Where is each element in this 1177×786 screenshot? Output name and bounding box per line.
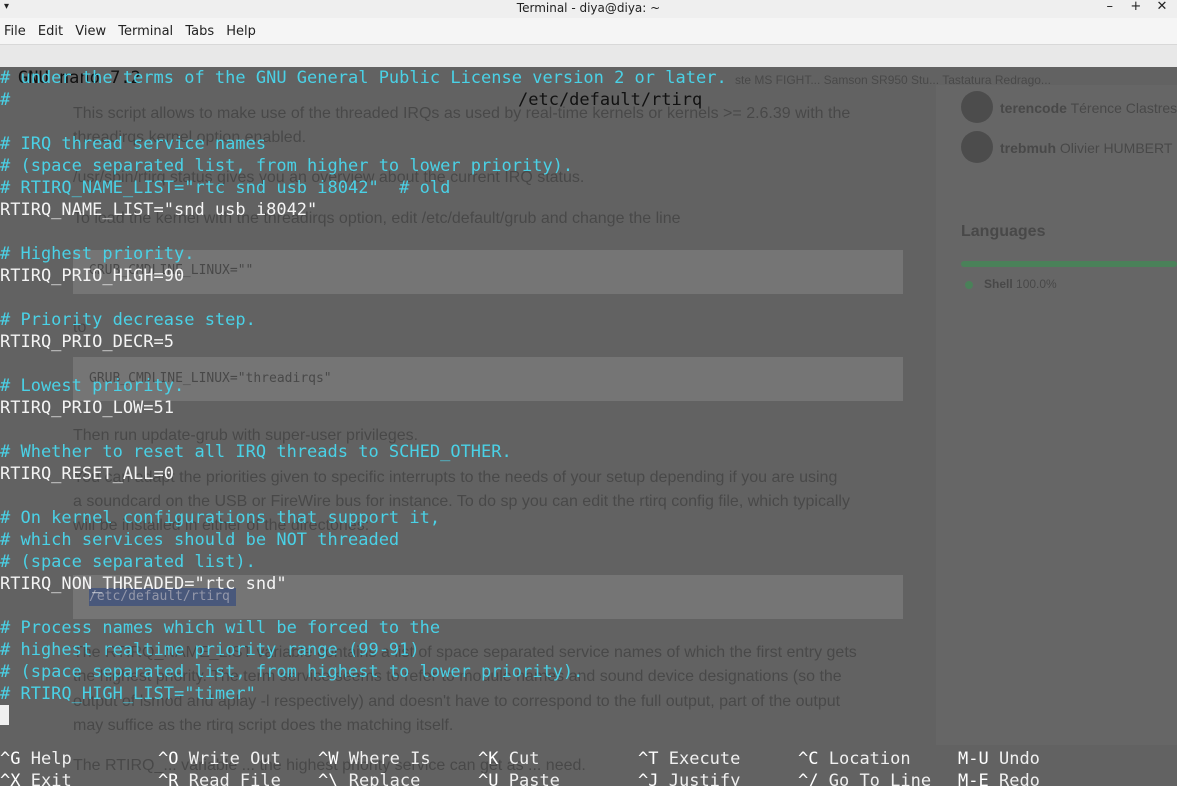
editor-buffer[interactable]: # under the terms of the GNU General Pub… [0,67,1177,705]
comment-line[interactable]: # Lowest priority. [0,375,1177,397]
config-line[interactable] [0,353,1177,375]
comment-line[interactable]: # On kernel configurations that support … [0,507,1177,529]
nano-header: GNU nano 7.2 /etc/default/rtirq [0,45,1177,110]
menu-file[interactable]: File [4,24,26,39]
terminal-area[interactable]: ste MS FIGHT... Samson SR950 Stu... Tast… [0,45,1177,786]
config-line[interactable] [0,111,1177,133]
config-line[interactable] [0,485,1177,507]
shortcut-key: ^C [798,749,819,769]
shortcut-key: M-U [958,749,989,769]
config-line[interactable]: RTIRQ_NON_THREADED="rtc snd" [0,573,1177,595]
shortcut-label: Read File [188,771,281,786]
shortcut-key: ^J [638,771,659,786]
shortcut-label: Help [30,749,72,769]
shortcut-label: Where Is [348,749,431,769]
shortcut-item: ^O Write Out [158,748,281,770]
shortcut-item: ^W Where Is [318,748,431,770]
comment-line[interactable]: # highest realtime priority range (99-91… [0,639,1177,661]
shortcut-key: ^U [478,771,499,786]
text-cursor [0,705,9,725]
shortcut-item: ^J Justify [638,770,740,786]
shortcut-label: Cut [508,749,540,769]
shortcut-item: ^C Location [798,748,911,770]
shortcut-label: Go To Line [828,771,932,786]
menu-view[interactable]: View [75,24,106,39]
comment-line[interactable]: # Process names which will be forced to … [0,617,1177,639]
config-line[interactable] [0,595,1177,617]
shortcut-key: ^X [0,771,21,786]
shortcut-key: ^T [638,749,659,769]
comment-line[interactable]: # Priority decrease step. [0,309,1177,331]
shortcut-key: ^R [158,771,179,786]
comment-line[interactable]: # under the terms of the GNU General Pub… [0,67,1177,89]
shortcut-item: ^T Execute [638,748,740,770]
shortcut-item: ^R Read File [158,770,281,786]
shortcut-key: M-E [958,771,989,786]
shortcut-item: ^K Cut [478,748,539,770]
comment-line[interactable]: # IRQ thread service names [0,133,1177,155]
menu-terminal[interactable]: Terminal [118,24,173,39]
config-line[interactable] [0,287,1177,309]
config-line[interactable]: RTIRQ_NAME_LIST="snd usb i8042" [0,199,1177,221]
minimize-icon[interactable]: – [1099,0,1121,14]
comment-line[interactable]: # RTIRQ_NAME_LIST="rtc snd usb i8042" # … [0,177,1177,199]
shortcut-label: Replace [348,771,421,786]
shortcut-item: ^/ Go To Line [798,770,931,786]
shortcut-item: M-U Undo [958,748,1040,770]
window-controls: – + ✕ [1099,0,1173,14]
shortcut-label: Justify [668,771,741,786]
config-line[interactable]: RTIRQ_PRIO_HIGH=90 [0,265,1177,287]
shortcut-key: ^\ [318,771,339,786]
window-title: Terminal - diya@diya: ~ [516,1,661,15]
terminal-menubar: File Edit View Terminal Tabs Help [0,18,1177,45]
shortcut-item: ^G Help [0,748,72,770]
shortcut-key: ^/ [798,771,819,786]
shortcut-item: ^X Exit [0,770,72,786]
close-icon[interactable]: ✕ [1151,0,1173,14]
shortcut-label: Exit [30,771,72,786]
config-line[interactable]: RTIRQ_PRIO_DECR=5 [0,331,1177,353]
config-line[interactable]: RTIRQ_PRIO_LOW=51 [0,397,1177,419]
shortcut-item: ^\ Replace [318,770,420,786]
shortcut-key: ^G [0,749,21,769]
window-titlebar: ▾ Terminal - diya@diya: ~ – + ✕ [0,0,1177,18]
bg-paragraph: may suffice as the rtirq script does the… [73,717,454,734]
shortcut-label: Paste [508,771,560,786]
shortcut-label: Redo [998,771,1040,786]
maximize-icon[interactable]: + [1125,0,1147,14]
comment-line[interactable]: # (space separated list, from highest to… [0,661,1177,683]
shortcut-key: ^K [478,749,499,769]
menu-help[interactable]: Help [226,24,256,39]
shortcut-label: Location [828,749,911,769]
comment-line[interactable]: # RTIRQ_HIGH_LIST="timer" [0,683,1177,705]
comment-line[interactable]: # [0,89,1177,111]
menu-tabs[interactable]: Tabs [185,24,214,39]
shortcut-item: M-E Redo [958,770,1040,786]
comment-line[interactable]: # Whether to reset all IRQ threads to SC… [0,441,1177,463]
comment-line[interactable]: # (space separated list). [0,551,1177,573]
config-line[interactable] [0,419,1177,441]
menu-edit[interactable]: Edit [38,24,63,39]
shortcut-label: Execute [668,749,741,769]
comment-line[interactable]: # which services should be NOT threaded [0,529,1177,551]
comment-line[interactable]: # (space separated list, from higher to … [0,155,1177,177]
shortcut-key: ^W [318,749,339,769]
comment-line[interactable]: # Highest priority. [0,243,1177,265]
nano-shortcuts: ^G Help ^O Write Out ^W Where Is ^K Cut ^T E… [0,748,1177,786]
config-line[interactable]: RTIRQ_RESET_ALL=0 [0,463,1177,485]
shortcut-item: ^U Paste [478,770,560,786]
shortcut-key: ^O [158,749,179,769]
shortcut-label: Undo [998,749,1040,769]
shortcut-label: Write Out [188,749,281,769]
config-line[interactable] [0,221,1177,243]
